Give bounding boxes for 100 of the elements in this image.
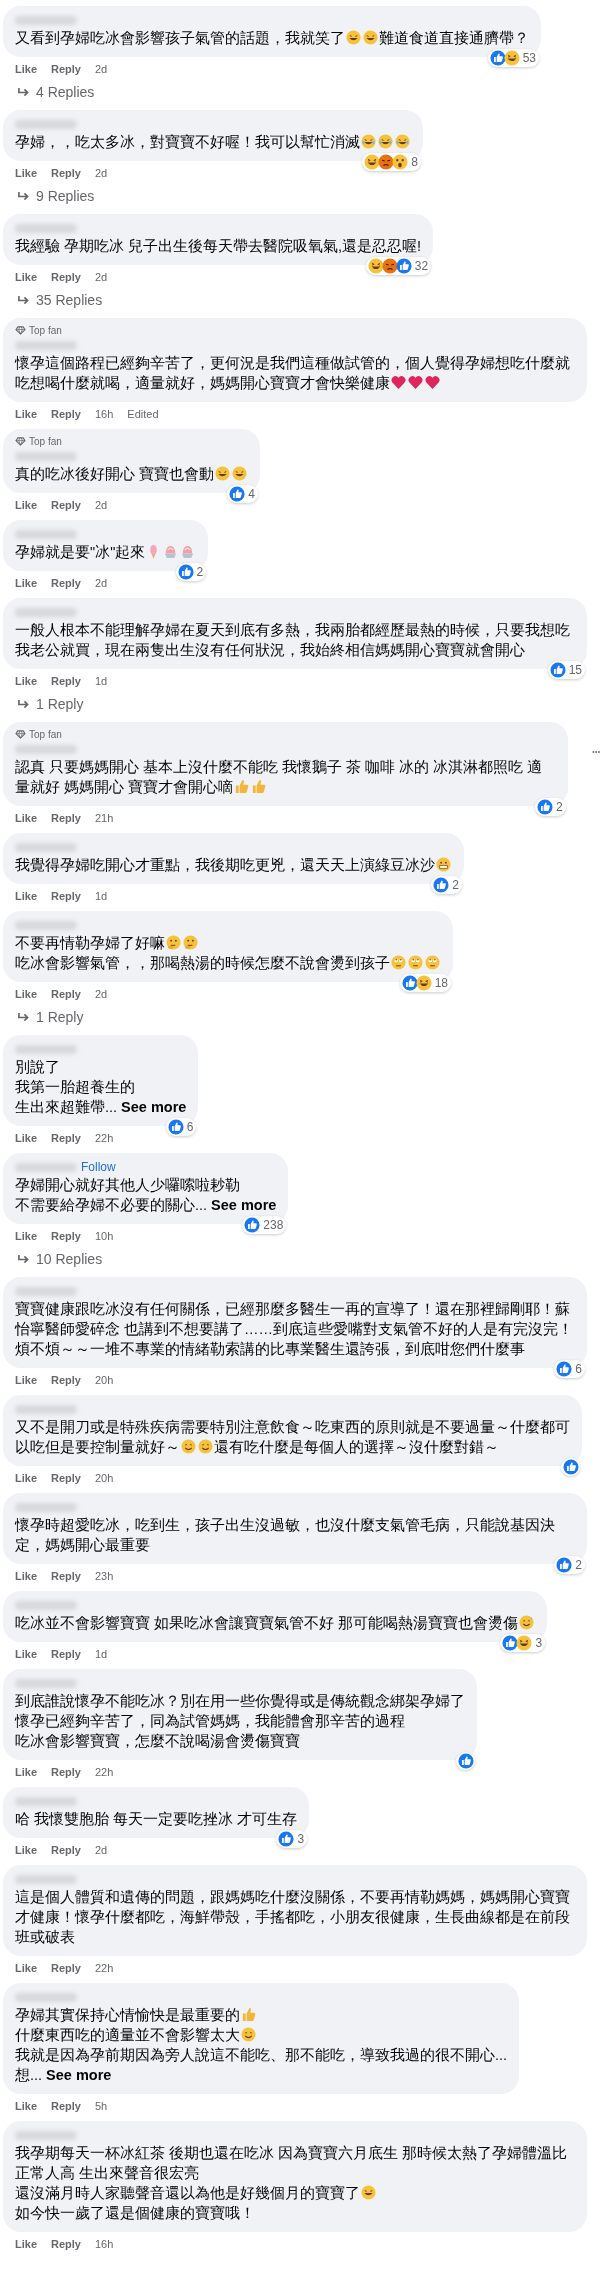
reaction-badge[interactable]: 3 [500,1634,546,1652]
like-link[interactable]: Like [15,167,37,179]
top-fan-badge: Top fan [15,435,62,448]
reaction-badge[interactable]: 2 [535,798,566,816]
comment-text: 我第一胎超養生的 [15,1079,135,1095]
reaction-badge[interactable]: 18 [399,974,451,992]
comment-text: 還沒滿月時人家聽聲音還以為他是好幾個月的寶寶了 [15,2185,360,2201]
reply-link[interactable]: Reply [51,890,81,902]
blurred-name [15,15,77,25]
reply-arrow-icon [17,86,30,98]
reply-link[interactable]: Reply [51,1844,81,1856]
like-link[interactable]: Like [15,499,37,511]
like-link[interactable]: Like [15,1230,37,1242]
like-link[interactable]: Like [15,1374,37,1386]
edited-label: Edited [127,408,159,420]
blurred-name [15,1796,77,1806]
timestamp: 2d [95,577,108,589]
like-link[interactable]: Like [15,1766,37,1778]
like-link[interactable]: Like [15,1570,37,1582]
blurred-name [15,1600,77,1610]
blurred-name [15,1162,77,1172]
like-link[interactable]: Like [15,812,37,824]
comment-text: 我覺得孕婦吃開心才重點，我後期吃更兇，還天天上演綠豆冰沙 [15,857,435,873]
reaction-badge[interactable]: 15 [547,661,585,679]
comment-text: 不要再情勒孕婦了好嘛 [15,935,165,951]
view-replies-link[interactable]: 35 Replies [3,286,103,312]
timestamp: 2d [95,63,108,75]
follow-link[interactable]: Follow [81,1160,116,1174]
like-link[interactable]: Like [15,408,37,420]
like-link[interactable]: Like [15,1648,37,1660]
like-link[interactable]: Like [15,2238,37,2250]
reply-link[interactable]: Reply [51,577,81,589]
reply-arrow-icon [17,698,30,710]
reaction-badge[interactable]: 32 [365,257,432,275]
view-replies-link[interactable]: 4 Replies [3,78,95,104]
reaction-badge[interactable]: 2 [431,876,462,894]
reply-link[interactable]: Reply [51,675,81,687]
reply-link[interactable]: Reply [51,1374,81,1386]
view-replies-link[interactable]: 1 Reply [3,690,84,716]
view-replies-link[interactable]: 10 Replies [3,1245,103,1271]
blurred-name [15,1404,77,1414]
like-link[interactable]: Like [15,1472,37,1484]
comment-text: 懷孕已經夠辛苦了，同為試管媽媽，我能體會那辛苦的過程 [15,1713,405,1729]
comment-text: 一般人根本不能理解孕婦在夏天到底有多熱，我兩胎都經歷最熱的時候，只要我想吃我老公就買，現在兩隻出生沒有任何狀況，我始終相信媽媽開心寶寶就會開心 [15,622,570,658]
reply-link[interactable]: Reply [51,167,81,179]
blurred-name [15,1678,77,1688]
comment-text: 到底誰說懷孕不能吃冰？別在用一些你覺得或是傳統觀念綁架孕婦了 [15,1693,465,1709]
reply-link[interactable]: Reply [51,1962,81,1974]
like-link[interactable]: Like [15,1132,37,1144]
comment-text: 孕婦開心就好其他人少囉嗦啦耖勒 [15,1177,240,1193]
like-link[interactable]: Like [15,675,37,687]
reply-link[interactable]: Reply [51,1230,81,1242]
view-replies-link[interactable]: 1 Reply [3,1003,84,1029]
blurred-name [15,2130,77,2140]
see-more-link[interactable]: See more [121,1099,187,1115]
blurred-name [15,1992,77,2002]
like-link[interactable]: Like [15,271,37,283]
reply-link[interactable]: Reply [51,988,81,1000]
like-link[interactable]: Like [15,2100,37,2112]
blurred-name [15,607,77,617]
reply-link[interactable]: Reply [51,812,81,824]
reaction-badge[interactable]: 8 [362,153,421,171]
reply-link[interactable]: Reply [51,2238,81,2250]
reply-link[interactable]: Reply [51,1472,81,1484]
like-link[interactable]: Like [15,1844,37,1856]
top-fan-badge: Top fan [15,324,62,337]
reply-link[interactable]: Reply [51,2100,81,2112]
reaction-badge[interactable]: 238 [242,1216,287,1234]
like-link[interactable]: Like [15,988,37,1000]
reaction-badge[interactable]: 6 [165,1118,197,1136]
reply-link[interactable]: Reply [51,63,81,75]
like-link[interactable]: Like [15,577,37,589]
comment-text: 吃冰並不會影響寶寶 如果吃冰會讓寶寶氣管不好 那可能喝熱湯寶寶也會燙傷 [15,1615,519,1631]
reaction-badge[interactable]: 53 [487,49,539,67]
see-more-link[interactable]: See more [211,1197,277,1213]
like-link[interactable]: Like [15,890,37,902]
reply-link[interactable]: Reply [51,1570,81,1582]
reaction-badge[interactable]: 6 [554,1360,585,1378]
reply-arrow-icon [17,1253,30,1265]
reply-link[interactable]: Reply [51,499,81,511]
more-options-icon[interactable] [591,750,600,754]
like-link[interactable]: Like [15,1962,37,1974]
reply-link[interactable]: Reply [51,1648,81,1660]
timestamp: 1d [95,890,108,902]
reply-link[interactable]: Reply [51,1132,81,1144]
see-more-link[interactable]: See more [46,2067,112,2083]
reply-link[interactable]: Reply [51,408,81,420]
reaction-badge[interactable]: 3 [276,1830,308,1848]
reply-link[interactable]: Reply [51,271,81,283]
reaction-badge[interactable]: 4 [227,485,259,503]
reaction-badge[interactable]: 2 [554,1556,585,1574]
blurred-name [15,529,77,539]
like-link[interactable]: Like [15,63,37,75]
comment-text: 孕婦就是要"冰"起來 [15,544,146,560]
comment-text: 不需要給孕婦不必要的關心... [15,1197,208,1213]
view-replies-link[interactable]: 9 Replies [3,182,95,208]
comment-text: 如今快一歲了還是個健康的寶寶哦！ [15,2205,255,2221]
reply-link[interactable]: Reply [51,1766,81,1778]
reaction-badge[interactable]: 2 [175,563,207,581]
blurred-name [15,1044,77,1054]
